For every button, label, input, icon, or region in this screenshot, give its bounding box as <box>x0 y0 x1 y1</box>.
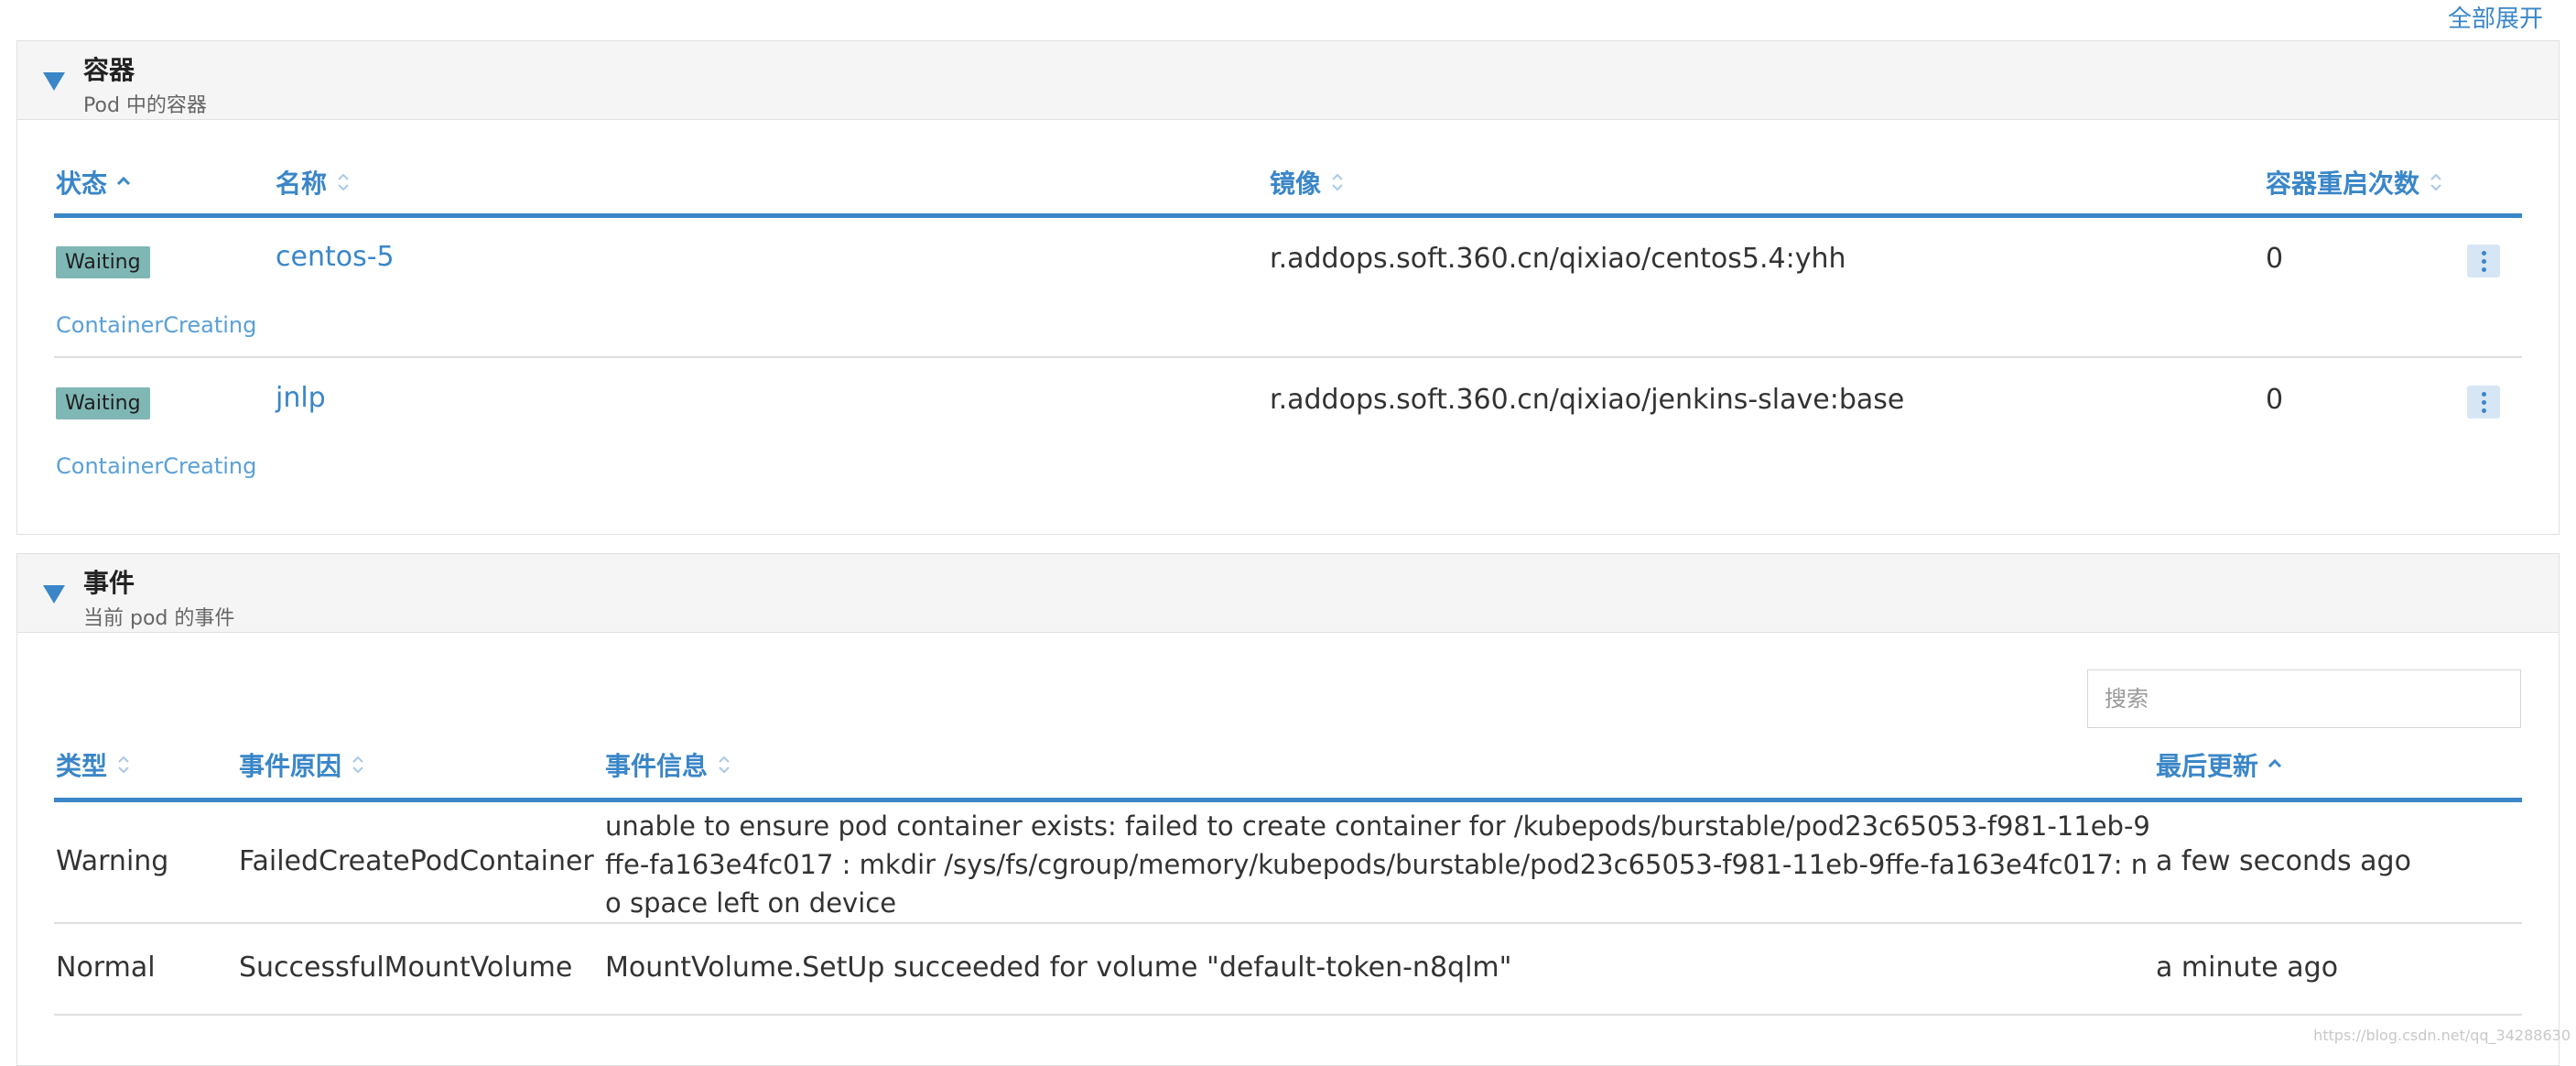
panel-subtitle: Pod 中的容器 <box>83 94 207 117</box>
event-reason: SuccessfulMountVolume <box>239 952 573 984</box>
sort-asc-icon <box>116 176 131 186</box>
container-name-link[interactable]: centos-5 <box>276 241 395 273</box>
events-panel-header[interactable]: 事件 当前 pod 的事件 <box>17 554 2559 633</box>
sort-unsorted-icon <box>118 756 129 774</box>
column-header-label: 最后更新 <box>2156 751 2259 781</box>
restart-count: 0 <box>2266 384 2284 416</box>
column-header-type[interactable]: 类型 <box>56 746 133 783</box>
row-actions-menu-icon[interactable] <box>2467 245 2500 277</box>
status-badge: Waiting <box>56 387 150 419</box>
row-divider <box>54 356 2522 358</box>
containers-panel: 容器 Pod 中的容器 状态 名称 镜像 容器重启次数 Waiting cent… <box>16 40 2560 535</box>
column-header-label: 名称 <box>276 169 328 199</box>
column-header-label: 容器重启次数 <box>2266 169 2420 199</box>
panel-title: 事件 <box>83 568 135 598</box>
panel-title: 容器 <box>83 55 135 85</box>
collapse-triangle-icon[interactable] <box>43 72 65 91</box>
events-panel: 事件 当前 pod 的事件 类型 事件原因 事件信息 最后更新 Warning … <box>16 553 2560 1066</box>
column-header-label: 事件原因 <box>239 751 342 781</box>
container-image: r.addops.soft.360.cn/qixiao/jenkins-slav… <box>1270 384 1905 416</box>
sort-unsorted-icon <box>1332 173 1343 191</box>
table-header-rule <box>54 213 2522 218</box>
status-badge: Waiting <box>56 246 150 278</box>
restart-count: 0 <box>2266 243 2284 275</box>
expand-all-link[interactable]: 全部展开 <box>2448 0 2543 34</box>
status-reason: ContainerCreating <box>56 312 257 338</box>
collapse-triangle-icon[interactable] <box>43 585 65 604</box>
sort-asc-icon <box>2268 758 2282 768</box>
event-type: Normal <box>56 952 156 984</box>
row-actions-menu-icon[interactable] <box>2467 386 2500 419</box>
event-last-updated: a minute ago <box>2156 952 2339 984</box>
column-header-image[interactable]: 镜像 <box>1270 164 1347 201</box>
column-header-message[interactable]: 事件信息 <box>605 746 733 783</box>
sort-unsorted-icon <box>338 173 349 191</box>
column-header-label: 事件信息 <box>605 751 709 781</box>
container-name-link[interactable]: jnlp <box>276 382 326 414</box>
event-type: Warning <box>56 845 169 877</box>
column-header-status[interactable]: 状态 <box>56 164 133 201</box>
column-header-label: 类型 <box>56 751 108 781</box>
events-body <box>17 633 2559 728</box>
containers-panel-header[interactable]: 容器 Pod 中的容器 <box>17 41 2559 120</box>
column-header-restarts[interactable]: 容器重启次数 <box>2266 164 2445 201</box>
column-header-label: 镜像 <box>1270 169 1322 199</box>
column-header-last-updated[interactable]: 最后更新 <box>2156 746 2284 783</box>
panel-subtitle: 当前 pod 的事件 <box>83 607 235 630</box>
sort-unsorted-icon <box>352 756 363 774</box>
column-header-label: 状态 <box>56 169 108 199</box>
event-reason: FailedCreatePodContainer <box>239 845 594 877</box>
container-image: r.addops.soft.360.cn/qixiao/centos5.4:yh… <box>1270 243 1846 275</box>
column-header-reason[interactable]: 事件原因 <box>239 746 367 783</box>
watermark: https://blog.csdn.net/qq_34288630 <box>2313 1027 2571 1044</box>
table-header-rule <box>54 798 2522 802</box>
row-divider <box>54 1014 2522 1016</box>
event-message: MountVolume.SetUp succeeded for volume "… <box>605 952 1512 984</box>
row-divider <box>54 922 2522 924</box>
status-reason: ContainerCreating <box>56 453 257 479</box>
search-input[interactable] <box>2087 669 2521 728</box>
sort-unsorted-icon <box>719 756 730 774</box>
sort-unsorted-icon <box>2430 173 2441 191</box>
column-header-name[interactable]: 名称 <box>276 164 352 201</box>
event-message: unable to ensure pod container exists: f… <box>605 810 2150 919</box>
event-last-updated: a few seconds ago <box>2156 845 2411 877</box>
